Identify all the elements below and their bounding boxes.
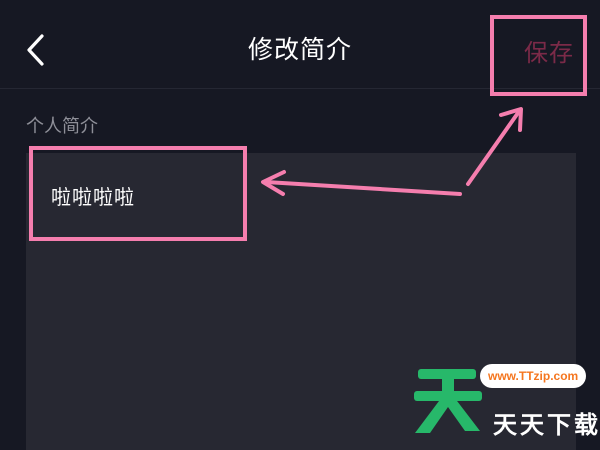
- edit-bio-screen: 修改简介 保存 个人简介 啦啦啦啦 www.TTzip.com 天天下载: [0, 0, 600, 450]
- page-title: 修改简介: [247, 35, 352, 64]
- bio-section-label: 个人简介: [26, 116, 98, 137]
- top-bar: 修改简介 保存: [0, 0, 600, 89]
- watermark: www.TTzip.com 天天下载: [410, 355, 600, 450]
- watermark-name: 天天下载: [493, 411, 600, 439]
- save-button[interactable]: 保存: [524, 33, 574, 68]
- bio-input-value: 啦啦啦啦: [51, 185, 135, 209]
- watermark-url: www.TTzip.com: [480, 364, 587, 388]
